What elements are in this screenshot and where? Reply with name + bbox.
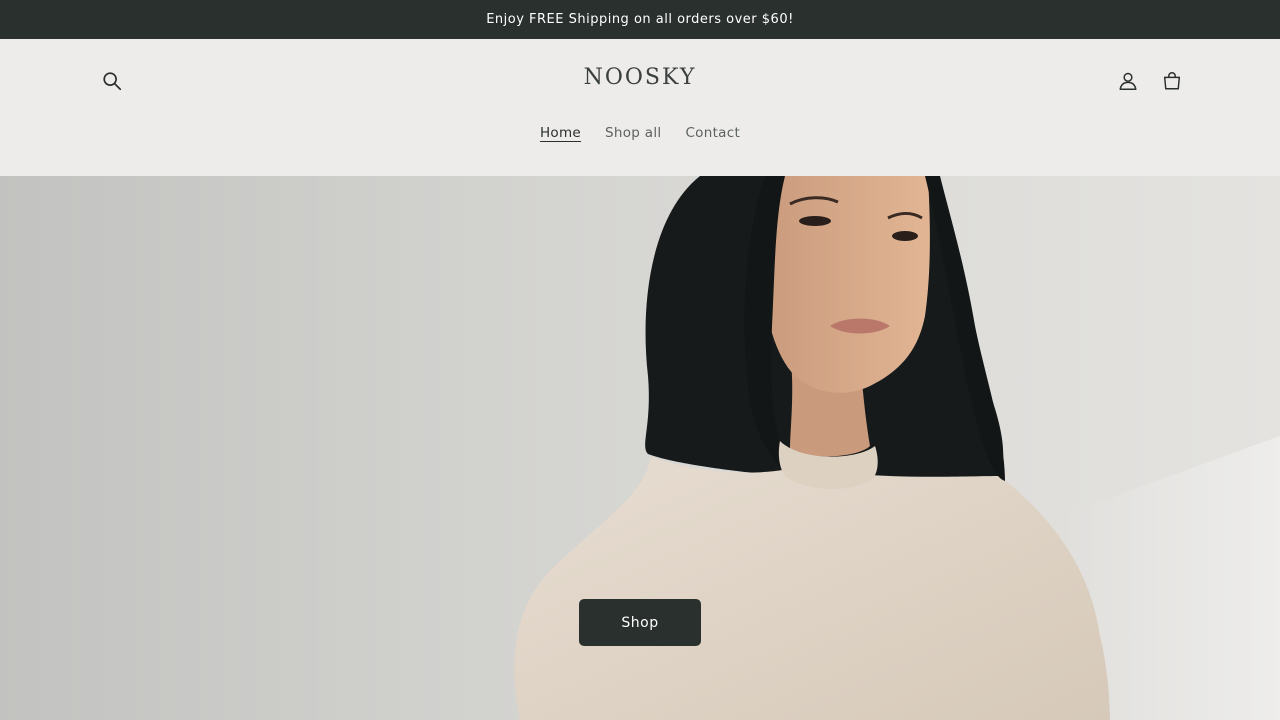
announcement-bar: Enjoy FREE Shipping on all orders over $…	[0, 0, 1280, 39]
shop-button[interactable]: Shop	[579, 599, 701, 646]
site-logo[interactable]: NOOSKY	[0, 65, 1280, 90]
account-button[interactable]	[1108, 61, 1148, 101]
main-nav: Home Shop all Contact	[0, 125, 1280, 141]
user-icon	[1119, 72, 1137, 90]
cart-button[interactable]	[1152, 61, 1192, 101]
site-header: NOOSKY Home Shop all Contact	[0, 39, 1280, 176]
cart-icon	[1163, 72, 1181, 90]
announcement-text: Enjoy FREE Shipping on all orders over $…	[486, 12, 794, 27]
nav-link-shop-all[interactable]: Shop all	[605, 125, 661, 141]
nav-link-home[interactable]: Home	[540, 125, 581, 141]
hero-banner: Shop	[0, 176, 1280, 720]
nav-link-contact[interactable]: Contact	[685, 125, 740, 141]
